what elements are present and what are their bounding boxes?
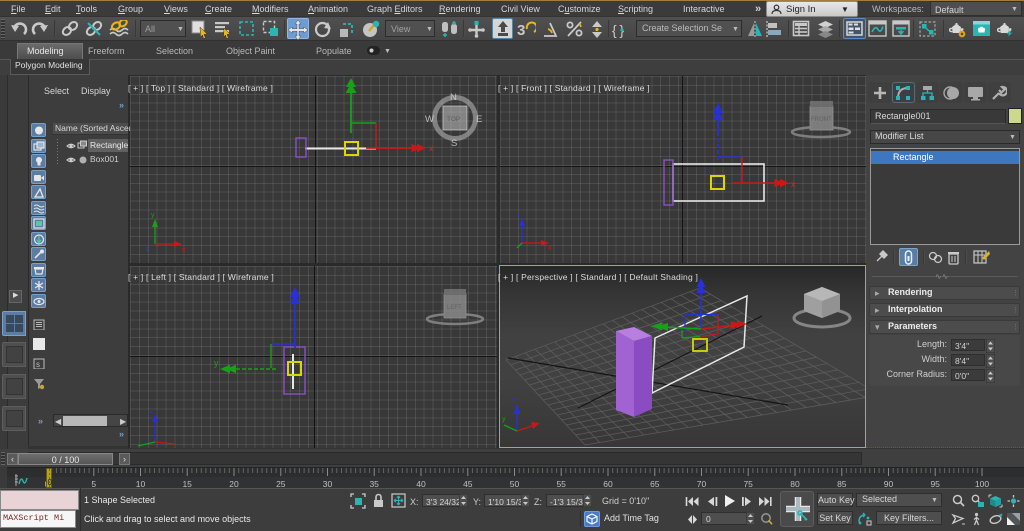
svg-text:x: x <box>548 245 552 252</box>
svg-text:x: x <box>791 179 796 189</box>
svg-text:x: x <box>182 247 186 254</box>
svg-text:z: z <box>150 408 154 415</box>
svg-text:y: y <box>214 358 219 368</box>
svg-text:x: x <box>429 144 433 153</box>
svg-text:W: W <box>425 114 434 125</box>
svg-text:N: N <box>450 92 457 103</box>
svg-text:LEFT: LEFT <box>447 305 462 311</box>
svg-text:3: 3 <box>517 22 525 39</box>
svg-text:z: z <box>146 246 150 253</box>
svg-text:S: S <box>451 138 457 149</box>
svg-text:y: y <box>502 416 506 423</box>
svg-text:FRONT: FRONT <box>811 117 832 123</box>
svg-text:z: z <box>517 212 521 219</box>
svg-text:x: x <box>176 447 180 448</box>
svg-text:E: E <box>476 114 482 125</box>
svg-text:s: s <box>36 360 40 369</box>
svg-text:z: z <box>512 397 516 404</box>
svg-text:TOP: TOP <box>447 116 460 123</box>
svg-text:y: y <box>151 212 155 219</box>
